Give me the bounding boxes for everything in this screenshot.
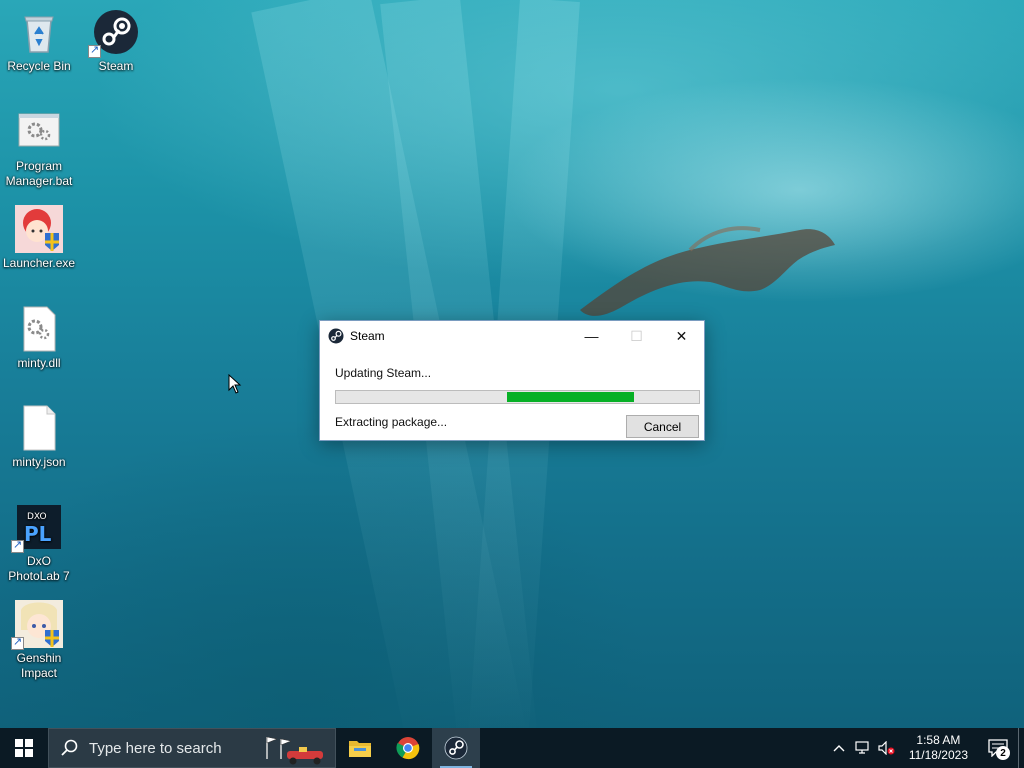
batch-file-icon xyxy=(15,108,63,156)
desktop-icon-dxo-photolab[interactable]: DXO PL DxO PhotoLab 7 xyxy=(3,503,75,584)
update-status-text: Updating Steam... xyxy=(335,366,432,380)
desktop-icon-label: Program Manager.bat xyxy=(5,159,73,188)
swimmer-wallpaper xyxy=(580,226,835,316)
dxo-photolab-icon: DXO PL xyxy=(11,503,63,553)
clock-time: 1:58 AM xyxy=(916,733,961,747)
desktop-icon-recycle-bin[interactable]: Recycle Bin xyxy=(3,8,75,74)
taskbar-file-explorer[interactable] xyxy=(336,728,384,768)
clock-date: 11/18/2023 xyxy=(908,748,968,762)
chrome-icon xyxy=(396,737,420,760)
svg-text:PL: PL xyxy=(24,522,52,546)
steam-icon xyxy=(328,328,344,344)
maximize-icon: ☐ xyxy=(630,327,643,344)
shortcut-arrow-icon xyxy=(11,538,24,553)
desktop-icon-minty-json[interactable]: minty.json xyxy=(3,404,75,470)
desktop-icon-program-manager-bat[interactable]: Program Manager.bat xyxy=(3,108,75,189)
desktop-icon-launcher-exe[interactable]: Launcher.exe xyxy=(3,205,75,271)
mouse-cursor-icon xyxy=(228,374,242,394)
desktop-icon-label: minty.dll xyxy=(17,356,61,370)
chevron-up-icon xyxy=(833,745,845,752)
speaker-muted-icon xyxy=(878,741,895,755)
dll-file-icon xyxy=(15,305,63,353)
dialog-title: Steam xyxy=(350,329,385,343)
shortcut-arrow-icon xyxy=(11,635,24,650)
action-center-button[interactable]: 2 xyxy=(978,728,1018,768)
network-button[interactable] xyxy=(851,728,875,768)
volume-button[interactable] xyxy=(875,728,899,768)
close-button[interactable]: ✕ xyxy=(659,321,704,351)
update-substatus-text: Extracting package... xyxy=(335,415,448,429)
steam-icon xyxy=(444,736,468,760)
maximize-button: ☐ xyxy=(614,321,659,351)
taskbar-chrome[interactable] xyxy=(384,728,432,768)
close-icon: ✕ xyxy=(675,327,688,344)
taskbar-steam[interactable] xyxy=(432,728,480,768)
dialog-titlebar[interactable]: Steam — ☐ ✕ xyxy=(320,321,704,351)
system-tray: 1:58 AM 11/18/2023 2 xyxy=(827,728,1024,768)
show-desktop-button[interactable] xyxy=(1018,728,1024,768)
desktop-icon-minty-dll[interactable]: minty.dll xyxy=(3,305,75,371)
desktop-icon-label: Genshin Impact xyxy=(16,651,62,680)
desktop-icon-label: DxO PhotoLab 7 xyxy=(8,554,70,583)
launcher-icon xyxy=(15,205,63,253)
desktop-icon-label: minty.json xyxy=(12,455,66,469)
notification-count-badge: 2 xyxy=(996,746,1010,760)
shortcut-arrow-icon xyxy=(88,43,101,58)
progress-fill xyxy=(506,392,634,402)
recycle-bin-icon xyxy=(15,8,63,56)
folder-icon xyxy=(349,741,371,757)
dialog-body: Updating Steam... Extracting package... … xyxy=(320,351,704,441)
start-button[interactable] xyxy=(0,728,48,768)
desktop-icon-label: Recycle Bin xyxy=(7,59,71,73)
search-placeholder: Type here to search xyxy=(89,739,222,757)
taskbar-clock[interactable]: 1:58 AM 11/18/2023 xyxy=(899,733,978,763)
taskbar: Type here to search 1:58 AM 11/18/2023 2 xyxy=(0,728,1024,768)
minimize-icon: — xyxy=(584,328,599,344)
desktop-icon-steam[interactable]: Steam xyxy=(80,8,152,74)
cancel-button[interactable]: Cancel xyxy=(626,415,699,438)
json-file-icon xyxy=(15,404,63,452)
search-icon xyxy=(61,739,78,756)
tray-overflow-button[interactable] xyxy=(827,728,851,768)
search-highlight-icon xyxy=(266,736,323,765)
taskbar-search-box[interactable]: Type here to search xyxy=(48,728,336,768)
steam-icon xyxy=(88,8,140,58)
desktop-icon-genshin-impact[interactable]: Genshin Impact xyxy=(3,600,75,681)
desktop-icon-label: Launcher.exe xyxy=(3,256,76,270)
windows-logo-icon xyxy=(15,739,33,757)
desktop-icon-label: Steam xyxy=(98,59,134,73)
network-icon xyxy=(855,741,869,754)
genshin-impact-icon xyxy=(11,600,63,650)
minimize-button[interactable]: — xyxy=(569,321,614,351)
svg-text:DXO: DXO xyxy=(27,512,47,522)
update-progress-bar xyxy=(335,390,700,404)
steam-update-dialog: Steam — ☐ ✕ Updating Steam... Extracting… xyxy=(319,320,705,441)
